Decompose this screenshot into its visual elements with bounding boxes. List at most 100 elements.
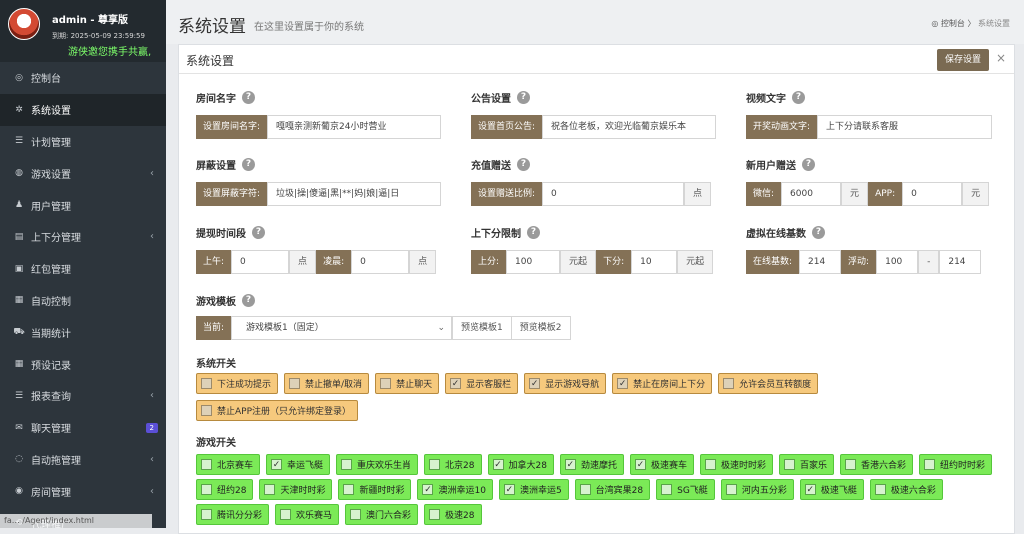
help-icon[interactable]: ? — [812, 225, 825, 239]
help-icon[interactable]: ? — [242, 293, 255, 307]
game-switch-toggle[interactable]: ✓ 极速赛车 — [629, 454, 694, 475]
help-icon[interactable]: ? — [527, 225, 540, 239]
sidebar-item[interactable]: ☰ 报表查询 ‹ — [0, 380, 166, 412]
float-input[interactable]: 100 — [876, 250, 919, 274]
help-icon[interactable]: ? — [792, 90, 805, 104]
checkbox-icon[interactable] — [429, 459, 441, 470]
game-switch-toggle[interactable]: ✓ 澳洲幸运10 — [417, 479, 493, 500]
checkbox-icon[interactable] — [350, 509, 362, 520]
game-switch-toggle[interactable]: 极速六合彩 — [869, 479, 943, 500]
sidebar-item[interactable]: ◌ 自动拖管理 ‹ — [0, 444, 166, 476]
sidebar-item[interactable]: ✉ 聊天管理 2 — [0, 412, 166, 444]
checkbox-icon[interactable] — [201, 405, 212, 416]
system-switch-toggle[interactable]: ✓ 显示游戏导航 — [524, 373, 607, 394]
room-name-input[interactable]: 嘎嘎亲测新葡京24小时营业 — [267, 115, 442, 139]
game-switch-toggle[interactable]: 腾讯分分彩 — [196, 504, 270, 525]
checkbox-icon[interactable] — [289, 378, 301, 389]
game-switch-toggle[interactable]: 台湾宾果28 — [574, 479, 651, 500]
checkbox-icon[interactable] — [704, 459, 716, 470]
checkbox-icon[interactable] — [201, 484, 212, 495]
checkbox-checked-icon[interactable]: ✓ — [564, 459, 576, 470]
template-select[interactable]: 游戏模板1（固定） ⌄ — [231, 316, 453, 340]
close-icon[interactable]: × — [996, 51, 1006, 65]
game-switch-toggle[interactable]: 极速28 — [424, 504, 482, 525]
sidebar-item[interactable]: ▣ 红包管理 — [0, 253, 166, 285]
checkbox-checked-icon[interactable]: ✓ — [422, 484, 434, 495]
game-switch-toggle[interactable]: ✓ 澳洲幸运5 — [498, 479, 569, 500]
help-icon[interactable]: ? — [242, 90, 255, 104]
checkbox-icon[interactable] — [845, 459, 857, 470]
game-switch-toggle[interactable]: 百家乐 — [779, 454, 835, 475]
sidebar-item[interactable]: ✲ 系统设置 — [0, 93, 166, 126]
sidebar-item[interactable]: ☰ 计划管理 — [0, 126, 166, 158]
game-switch-toggle[interactable]: 天津时时彩 — [259, 479, 333, 500]
game-switch-toggle[interactable]: 香港六合彩 — [840, 454, 914, 475]
checkbox-checked-icon[interactable]: ✓ — [492, 459, 504, 470]
game-switch-toggle[interactable]: ✓ 加拿大28 — [487, 454, 554, 475]
float-input-max[interactable]: 214 — [939, 250, 982, 274]
help-icon[interactable]: ? — [252, 225, 265, 239]
checkbox-icon[interactable] — [201, 509, 212, 520]
help-icon[interactable]: ? — [802, 157, 815, 171]
game-switch-toggle[interactable]: SG飞艇 — [656, 479, 715, 500]
checkbox-icon[interactable] — [874, 484, 886, 495]
help-icon[interactable]: ? — [242, 157, 255, 171]
avatar[interactable] — [8, 8, 40, 40]
system-switch-toggle[interactable]: ✓ 禁止在房间上下分 — [612, 373, 713, 394]
system-switch-toggle[interactable]: ✓ 显示客服栏 — [445, 373, 519, 394]
notice-input[interactable]: 祝各位老板，欢迎光临葡京娱乐本 — [542, 115, 717, 139]
game-switch-toggle[interactable]: 极速时时彩 — [699, 454, 773, 475]
sidebar-item[interactable]: ◎ 控制台 — [0, 62, 166, 94]
app-gift-input[interactable]: 0 — [902, 182, 963, 206]
game-switch-toggle[interactable]: 河内五分彩 — [720, 479, 794, 500]
preview-template-2-button[interactable]: 预览模板2 — [511, 316, 571, 340]
system-switch-toggle[interactable]: 允许会员互转额度 — [718, 373, 819, 394]
checkbox-checked-icon[interactable]: ✓ — [271, 459, 283, 470]
checkbox-checked-icon[interactable]: ✓ — [634, 459, 646, 470]
sidebar-item[interactable]: ◍ 游戏设置 ‹ — [0, 157, 166, 189]
checkbox-checked-icon[interactable]: ✓ — [503, 484, 515, 495]
game-switch-toggle[interactable]: 澳门六合彩 — [345, 504, 419, 525]
checkbox-checked-icon[interactable]: ✓ — [617, 378, 629, 389]
preview-template-1-button[interactable]: 预览模板1 — [452, 316, 512, 340]
sidebar-item[interactable]: ◉ 房间管理 ‹ — [0, 475, 166, 507]
system-switch-toggle[interactable]: 禁止APP注册（只允许绑定登录） — [196, 400, 359, 421]
game-switch-toggle[interactable]: ✓ 极速飞艇 — [799, 479, 864, 500]
system-switch-toggle[interactable]: 下注成功提示 — [196, 373, 279, 394]
help-icon[interactable]: ? — [517, 157, 530, 171]
checkbox-icon[interactable] — [380, 378, 392, 389]
checkbox-icon[interactable] — [579, 484, 591, 495]
checkbox-icon[interactable] — [723, 378, 735, 389]
game-switch-toggle[interactable]: 纽约时时彩 — [919, 454, 993, 475]
online-base-input[interactable]: 214 — [799, 250, 842, 274]
game-switch-toggle[interactable]: 重庆欢乐生肖 — [336, 454, 419, 475]
recharge-input[interactable]: 0 — [542, 182, 685, 206]
up-limit-input[interactable]: 100 — [506, 250, 561, 274]
sidebar-item[interactable]: ⛟ 当期统计 — [0, 316, 166, 348]
sidebar-item[interactable]: ▦ 自动控制 — [0, 285, 166, 317]
checkbox-icon[interactable] — [429, 509, 441, 520]
video-text-input[interactable]: 上下分请联系客服 — [817, 115, 993, 139]
checkbox-icon[interactable] — [280, 509, 292, 520]
sidebar-item[interactable]: ♟ 用户管理 — [0, 189, 166, 221]
checkbox-icon[interactable] — [264, 484, 276, 495]
breadcrumb-home[interactable]: 控制台 — [941, 19, 965, 28]
night-input[interactable]: 0 — [351, 250, 410, 274]
down-limit-input[interactable]: 10 — [631, 250, 678, 274]
checkbox-icon[interactable] — [341, 459, 353, 470]
morning-input[interactable]: 0 — [231, 250, 290, 274]
checkbox-icon[interactable] — [343, 484, 355, 495]
checkbox-checked-icon[interactable]: ✓ — [529, 378, 541, 389]
checkbox-icon[interactable] — [784, 459, 795, 470]
game-switch-toggle[interactable]: 欢乐赛马 — [275, 504, 340, 525]
checkbox-checked-icon[interactable]: ✓ — [804, 484, 816, 495]
help-icon[interactable]: ? — [517, 90, 530, 104]
game-switch-toggle[interactable]: ✓ 幸运飞艇 — [266, 454, 331, 475]
checkbox-icon[interactable] — [725, 484, 737, 495]
checkbox-checked-icon[interactable]: ✓ — [450, 378, 462, 389]
game-switch-toggle[interactable]: 北京28 — [424, 454, 482, 475]
sidebar-item[interactable]: ▦ 预设记录 — [0, 348, 166, 380]
system-switch-toggle[interactable]: 禁止撤单/取消 — [284, 373, 370, 394]
game-switch-toggle[interactable]: ✓ 劲速摩托 — [559, 454, 624, 475]
game-switch-toggle[interactable]: 北京赛车 — [196, 454, 261, 475]
